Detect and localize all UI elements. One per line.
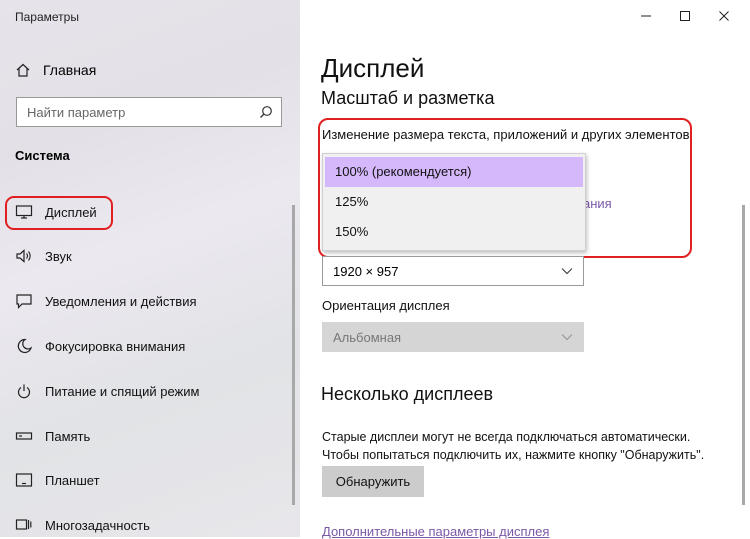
storage-icon [15,432,33,440]
sidebar-item-power[interactable]: Питание и спящий режим [15,380,199,402]
sidebar-item-label: Звук [45,248,72,264]
description-line: Чтобы попытаться подключить их, нажмите … [322,448,705,462]
section-title-scale: Масштаб и разметка [321,88,495,108]
sidebar-item-label: Память [45,428,91,444]
orientation-value: Альбомная [333,329,402,345]
notification-icon [16,294,32,309]
tablet-icon [15,473,33,487]
home-label: Главная [43,62,97,78]
sidebar: Параметры Главная Система Дисплей Звук [0,0,300,537]
sidebar-item-tablet[interactable]: Планшет [15,469,100,491]
multiple-displays-description: Старые дисплеи могут не всегда подключат… [322,428,704,464]
resolution-select[interactable]: 1920 × 957 [322,256,584,286]
sidebar-item-label: Фокусировка внимания [45,338,186,354]
display-highlight-annotation [5,196,113,230]
chevron-down-icon [561,334,573,341]
maximize-button[interactable] [675,7,695,25]
main-panel: Дисплей Масштаб и разметка Изменение раз… [300,0,750,539]
sidebar-item-storage[interactable]: Память [15,425,90,447]
moon-icon [17,338,33,354]
detect-button[interactable]: Обнаружить [322,466,424,497]
power-icon [17,384,31,399]
sidebar-item-focus[interactable]: Фокусировка внимания [15,335,185,357]
multitasking-icon [15,519,32,530]
chevron-down-icon [561,268,573,275]
description-line: Старые дисплеи могут не всегда подключат… [322,430,691,444]
sidebar-item-multitasking[interactable]: Многозадачность [15,514,150,536]
sidebar-item-label: Уведомления и действия [45,293,197,309]
home-nav-item[interactable]: Главная [15,60,96,80]
section-title: Система [15,148,70,163]
search-box[interactable] [16,97,282,127]
scale-highlight-annotation [318,118,692,258]
sidebar-item-sound[interactable]: Звук [15,245,72,267]
resolution-value: 1920 × 957 [333,263,399,279]
sidebar-item-label: Питание и спящий режим [45,383,200,399]
sidebar-item-label: Планшет [45,472,100,488]
home-icon [16,63,30,77]
maximize-icon [680,11,690,21]
close-button[interactable] [714,7,734,25]
minimize-button[interactable] [636,7,656,25]
orientation-label: Ориентация дисплея [322,298,450,313]
close-icon [719,11,729,21]
minimize-icon [641,15,651,17]
search-input[interactable] [27,104,259,120]
sidebar-item-label: Многозадачность [45,517,150,533]
search-icon[interactable] [259,105,273,119]
sidebar-item-notifications[interactable]: Уведомления и действия [15,290,197,312]
orientation-select[interactable]: Альбомная [322,322,584,352]
main-scrollbar[interactable] [742,205,745,505]
speaker-icon [16,249,31,263]
section-title-multiple-displays: Несколько дисплеев [321,384,494,404]
page-title: Дисплей [321,53,425,83]
app-title: Параметры [15,10,79,24]
sidebar-scrollbar[interactable] [292,205,295,505]
